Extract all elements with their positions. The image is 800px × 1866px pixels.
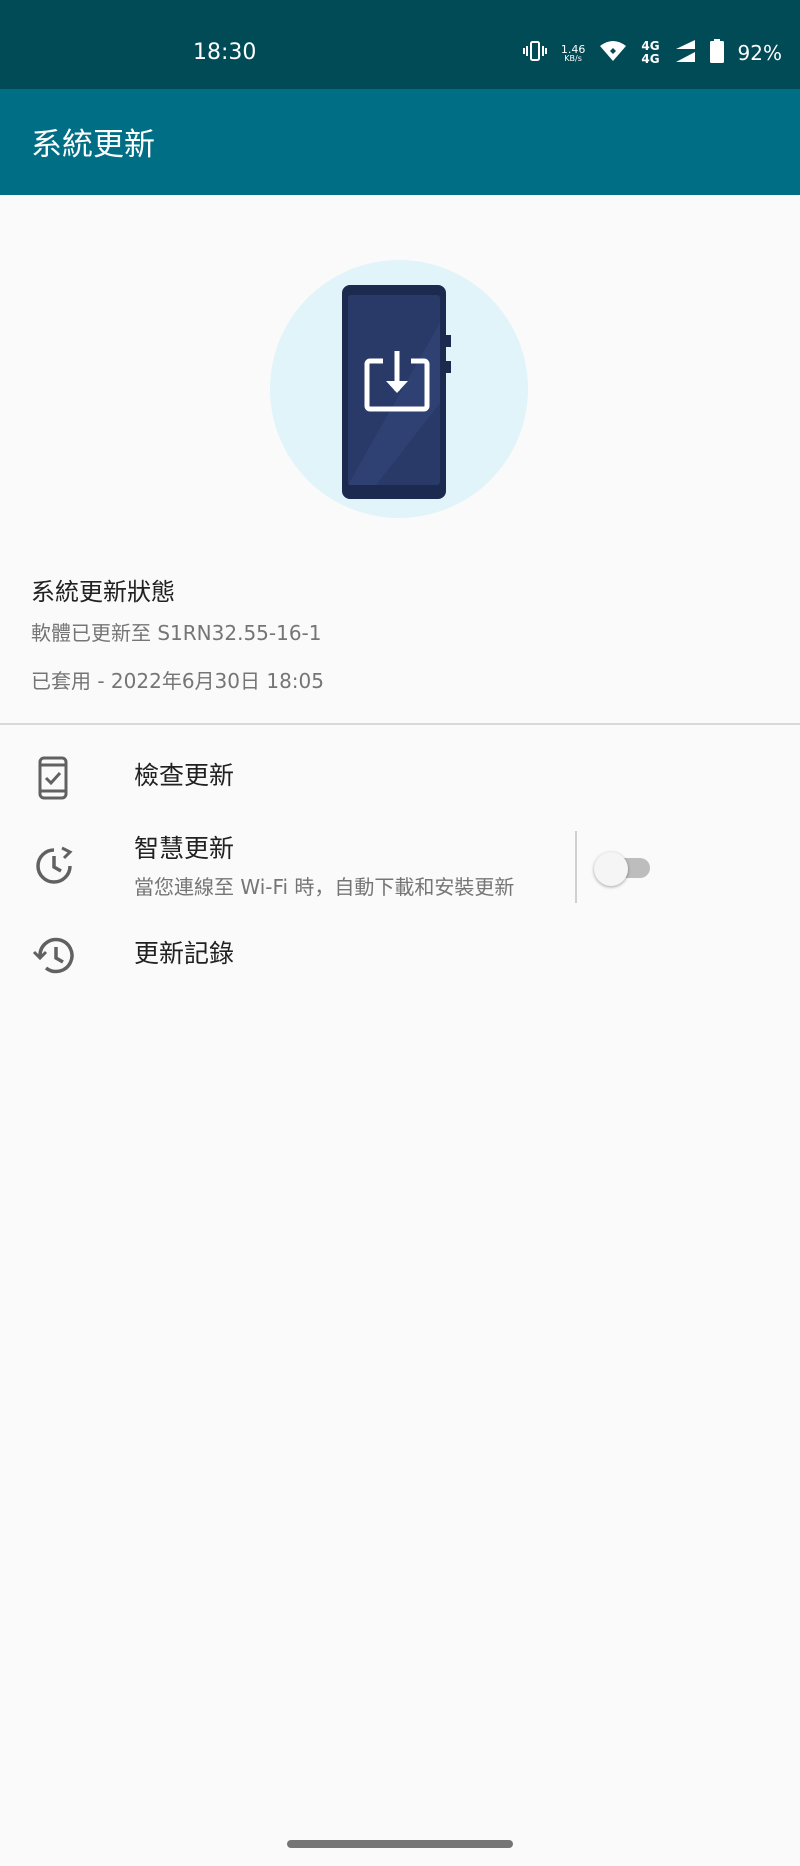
- status-icons: 1.46 KB/s 4G 4G 92%: [522, 36, 782, 70]
- update-history-row[interactable]: 更新記錄: [0, 916, 800, 988]
- divider: [0, 723, 800, 725]
- phone-download-illustration: [342, 285, 451, 499]
- update-status-title: 系統更新狀態: [31, 578, 175, 606]
- battery-percent: 92%: [737, 41, 782, 65]
- vibrate-icon: [522, 40, 547, 67]
- smart-update-label: 智慧更新: [134, 834, 235, 863]
- data-speed: 1.46 KB/s: [561, 44, 586, 63]
- check-update-row[interactable]: 檢查更新: [0, 740, 800, 812]
- check-update-label: 檢查更新: [134, 761, 235, 790]
- battery-icon: [709, 38, 724, 68]
- network-type-2: 4G: [641, 52, 660, 66]
- signal-icon: [674, 39, 696, 68]
- wifi-icon: [599, 39, 627, 68]
- update-history-label: 更新記錄: [134, 939, 235, 968]
- toggle-thumb: [594, 852, 628, 886]
- smart-update-row[interactable]: 智慧更新 當您連線至 Wi-Fi 時，自動下載和安裝更新: [0, 812, 570, 912]
- network-type: 4G 4G: [641, 40, 659, 65]
- page-title: 系統更新: [31, 127, 155, 163]
- phone-check-icon: [38, 756, 68, 800]
- gesture-nav-handle[interactable]: [287, 1840, 513, 1848]
- history-icon: [32, 937, 74, 974]
- app-bar: 系統更新: [0, 89, 800, 195]
- toggle-divider: [575, 831, 577, 903]
- applied-date: 已套用 - 2022年6月30日 18:05: [31, 669, 324, 693]
- smart-update-description: 當您連線至 Wi-Fi 時，自動下載和安裝更新: [134, 875, 515, 899]
- schedule-update-icon: [36, 846, 73, 884]
- data-speed-unit: KB/s: [564, 53, 582, 63]
- status-bar: 18:30 1.46 KB/s 4G 4G 92%: [0, 0, 800, 89]
- software-version: 軟體已更新至 S1RN32.55-16-1: [31, 621, 322, 645]
- smart-update-toggle[interactable]: [594, 852, 656, 886]
- status-time: 18:30: [193, 40, 257, 65]
- data-speed-value: 1.46: [560, 42, 586, 56]
